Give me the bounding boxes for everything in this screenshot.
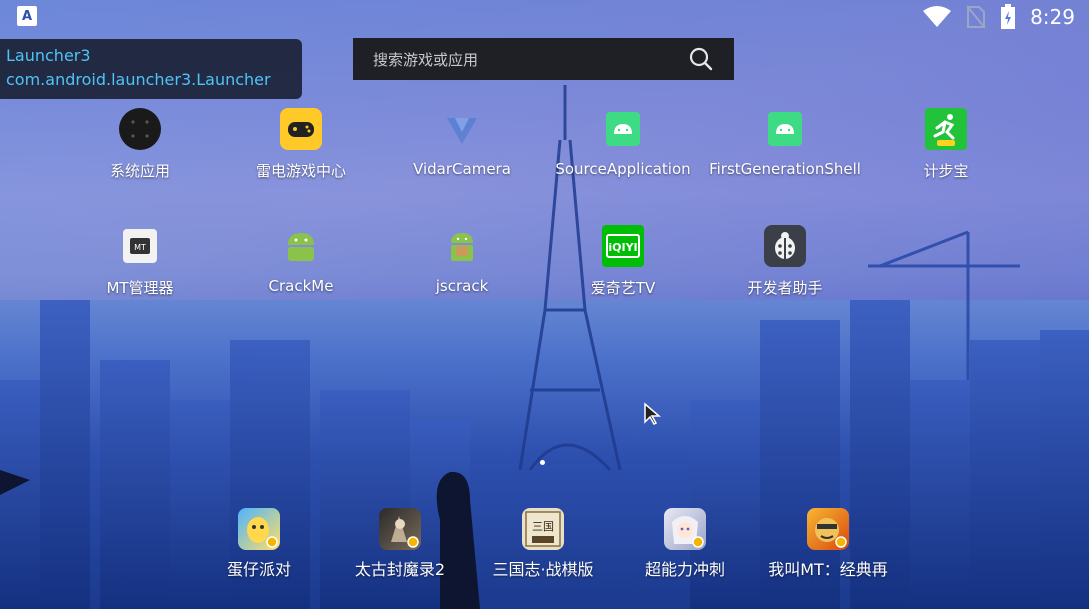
runner-icon [925, 108, 967, 150]
eggy-party-icon [238, 508, 280, 550]
android-icon [606, 112, 640, 146]
app-label: 三国志·战棋版 [492, 560, 594, 579]
status-icons: 8:29 [922, 4, 1075, 30]
activity-info-overlay: Launcher3 com.android.launcher3.Launcher [0, 39, 302, 99]
app-sanguozhi-zhanqiban[interactable]: 三国 三国志·战棋版 [468, 508, 618, 580]
app-leidian-game-center[interactable]: 雷电游戏中心 [226, 108, 376, 181]
android-box-icon [441, 225, 483, 267]
app-vidarcamera[interactable]: VidarCamera [387, 108, 537, 178]
app-label: 系统应用 [109, 162, 170, 180]
app-sourceapplication[interactable]: SourceApplication [548, 108, 698, 178]
android-icon [768, 112, 802, 146]
app-wojiao-mt-classic[interactable]: 我叫MT：经典再 [753, 508, 903, 580]
status-bar: A 8:29 [0, 0, 1089, 34]
no-sim-icon [966, 5, 986, 29]
iqiyi-icon: iQIYI [602, 225, 644, 267]
app-crackme[interactable]: CrackMe [226, 225, 376, 295]
app-notification-icon: A [17, 6, 37, 26]
app-jscrack[interactable]: jscrack [387, 225, 537, 295]
android-icon [280, 225, 322, 267]
overlay-activity-name: com.android.launcher3.Launcher [6, 70, 271, 89]
battery-charging-icon [1001, 4, 1016, 29]
search-icon[interactable] [688, 46, 714, 72]
mt-icon: MT [123, 229, 157, 263]
wifi-icon [923, 6, 952, 27]
mt-game-icon [807, 508, 849, 550]
app-firstgenerationshell[interactable]: FirstGenerationShell [709, 108, 861, 178]
app-label: 我叫MT：经典再 [768, 560, 888, 579]
svg-text:iQIYI: iQIYI [608, 241, 637, 254]
app-label: 雷电游戏中心 [255, 162, 346, 180]
game-icon [379, 508, 421, 550]
gamepad-icon [280, 108, 322, 150]
app-eggy-party[interactable]: 蛋仔派对 [184, 508, 334, 580]
svg-text:三国: 三国 [532, 520, 554, 533]
app-label: MT管理器 [106, 279, 174, 297]
app-label: 超能力冲刺 [644, 560, 725, 579]
app-label: FirstGenerationShell [709, 160, 861, 178]
app-super-power-sprint[interactable]: 超能力冲刺 [610, 508, 760, 580]
search-bar[interactable]: 搜索游戏或应用 [353, 38, 734, 80]
app-label: 开发者助手 [747, 279, 823, 297]
app-system-apps[interactable]: 系统应用 [65, 108, 215, 181]
ladybug-icon [764, 225, 806, 267]
page-indicator [540, 460, 545, 465]
svg-text:MT: MT [134, 243, 146, 252]
anime-girl-icon [664, 508, 706, 550]
app-label: SourceApplication [555, 160, 691, 178]
app-label: CrackMe [268, 277, 334, 295]
app-label: 计步宝 [923, 162, 969, 180]
app-label: jscrack [435, 277, 489, 295]
app-label: 爱奇艺TV [590, 279, 656, 297]
sanguo-icon: 三国 [522, 508, 564, 550]
app-label: 蛋仔派对 [226, 560, 291, 579]
mouse-cursor-icon [644, 402, 662, 425]
app-jibubao[interactable]: 计步宝 [871, 108, 1021, 181]
overlay-app-name: Launcher3 [6, 46, 91, 65]
vidar-icon [441, 108, 483, 150]
app-label: VidarCamera [413, 160, 511, 178]
app-developer-assistant[interactable]: 开发者助手 [710, 225, 860, 298]
app-iqiyi-tv[interactable]: iQIYI 爱奇艺TV [548, 225, 698, 298]
app-mt-manager[interactable]: MT MT管理器 [65, 225, 215, 298]
app-label: 太古封魔录2 [354, 560, 446, 579]
clock: 8:29 [1030, 5, 1075, 29]
app-taigu-fengmolu-2[interactable]: 太古封魔录2 [325, 508, 475, 580]
search-placeholder: 搜索游戏或应用 [373, 50, 479, 69]
folder-icon [119, 108, 161, 150]
